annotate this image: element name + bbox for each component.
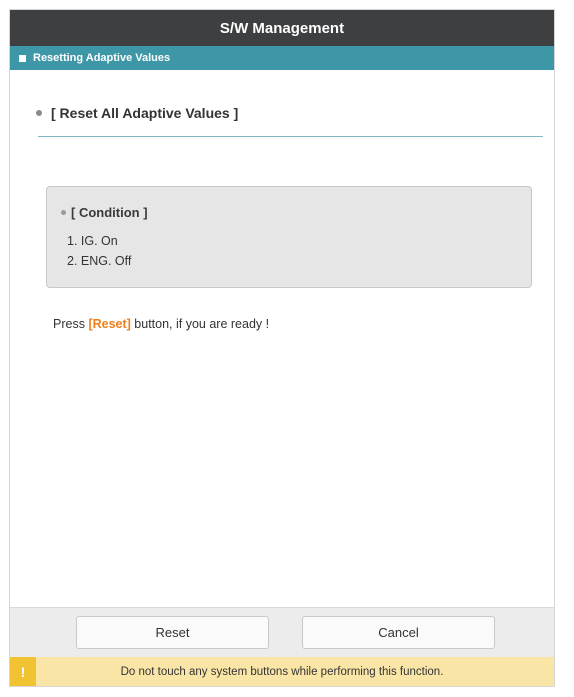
bullet-icon (36, 110, 42, 116)
instruction-highlight: [Reset] (88, 317, 131, 331)
bullet-icon (61, 210, 66, 215)
cancel-button[interactable]: Cancel (302, 616, 495, 649)
condition-title: [ Condition ] (61, 205, 148, 220)
warning-text: Do not touch any system buttons while pe… (120, 665, 444, 678)
instruction-suffix: button, if you are ready ! (130, 317, 270, 331)
condition-title-label: [ Condition ] (71, 205, 148, 220)
condition-item: 1. IG. On (67, 234, 118, 248)
condition-panel: [ Condition ] 1. IG. On 2. ENG. Off (46, 186, 532, 288)
instruction-prefix: Press (53, 317, 89, 331)
subtitle-bar: Resetting Adaptive Values (10, 46, 554, 70)
section-heading-label: [ Reset All Adaptive Values ] (51, 105, 239, 121)
warning-icon: ! (10, 657, 36, 686)
title-bar: S/W Management (10, 10, 554, 46)
reset-button[interactable]: Reset (76, 616, 269, 649)
warning-bar: ! Do not touch any system buttons while … (10, 657, 554, 686)
window-title: S/W Management (219, 19, 345, 37)
app-window: S/W Management Resetting Adaptive Values… (9, 9, 555, 687)
section-heading: [ Reset All Adaptive Values ] (36, 105, 238, 121)
square-bullet-icon (19, 54, 26, 62)
section-divider (38, 136, 543, 137)
instruction-text: Press [Reset] button, if you are ready ! (53, 317, 269, 331)
condition-item: 2. ENG. Off (67, 254, 132, 268)
button-bar: Reset Cancel (10, 607, 554, 657)
subtitle-label: Resetting Adaptive Values (33, 52, 171, 64)
